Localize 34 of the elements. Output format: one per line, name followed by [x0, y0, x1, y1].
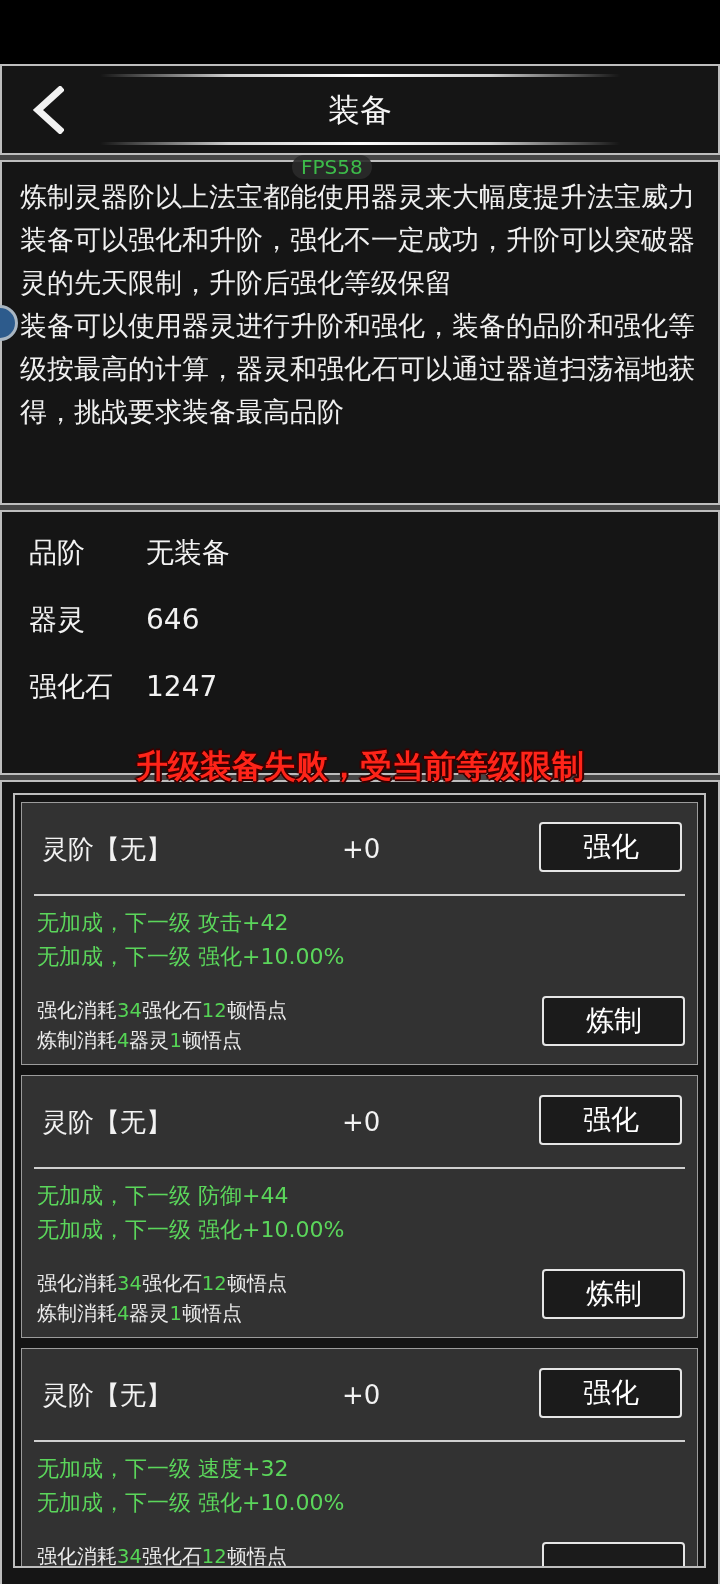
- card-title: 灵阶【无】: [42, 1105, 172, 1139]
- cost-text: 强化消耗34强化石12顿悟点: [37, 998, 287, 1024]
- enhance-level: +0: [342, 1379, 381, 1412]
- enhance-button[interactable]: 强化: [539, 1095, 682, 1145]
- cost-text: 炼制消耗4器灵1顿悟点: [37, 1028, 242, 1054]
- page-title: 装备: [328, 89, 392, 130]
- card-title: 灵阶【无】: [42, 832, 172, 866]
- cost-text: 强化消耗34强化石12顿悟点: [37, 1544, 287, 1566]
- stat-label: 器灵: [29, 601, 85, 638]
- description-text: 炼制灵器阶以上法宝都能使用器灵来大幅度提升法宝威力: [20, 181, 695, 212]
- stat-label: 强化石: [29, 668, 113, 705]
- enhance-level: +0: [342, 833, 381, 866]
- stat-value: 1247: [146, 668, 218, 705]
- fps-counter: FPS58: [292, 155, 372, 179]
- bonus-text: 无加成，下一级 速度+32: [37, 1455, 289, 1483]
- refine-button[interactable]: 炼制: [542, 1269, 685, 1319]
- card-title: 灵阶【无】: [42, 1378, 172, 1412]
- bonus-text: 无加成，下一级 强化+10.00%: [37, 943, 345, 971]
- back-icon[interactable]: [32, 85, 64, 134]
- enhance-button[interactable]: 强化: [539, 822, 682, 872]
- bonus-text: 无加成，下一级 强化+10.00%: [37, 1489, 345, 1517]
- bonus-text: 无加成，下一级 强化+10.00%: [37, 1216, 345, 1244]
- description-text: 装备可以强化和升阶，强化不一定成功，升阶可以突破器灵的先天限制，升阶后强化等级保留: [20, 224, 695, 298]
- bonus-text: 无加成，下一级 攻击+42: [37, 909, 289, 937]
- stat-label: 品阶: [29, 534, 85, 571]
- cost-text: 炼制消耗4器灵1顿悟点: [37, 1301, 242, 1327]
- enhance-button[interactable]: 强化: [539, 1368, 682, 1418]
- stat-value: 646: [146, 601, 200, 638]
- cost-text: 强化消耗34强化石12顿悟点: [37, 1271, 287, 1297]
- enhance-level: +0: [342, 1106, 381, 1139]
- description-text: 装备可以使用器灵进行升阶和强化，装备的品阶和强化等级按最高的计算，器灵和强化石可以通过器道扫荡福地获得，挑战要求装备最高品阶: [20, 310, 695, 427]
- refine-button[interactable]: 炼制: [542, 996, 685, 1046]
- bonus-text: 无加成，下一级 防御+44: [37, 1182, 289, 1210]
- stat-value: 无装备: [146, 534, 230, 571]
